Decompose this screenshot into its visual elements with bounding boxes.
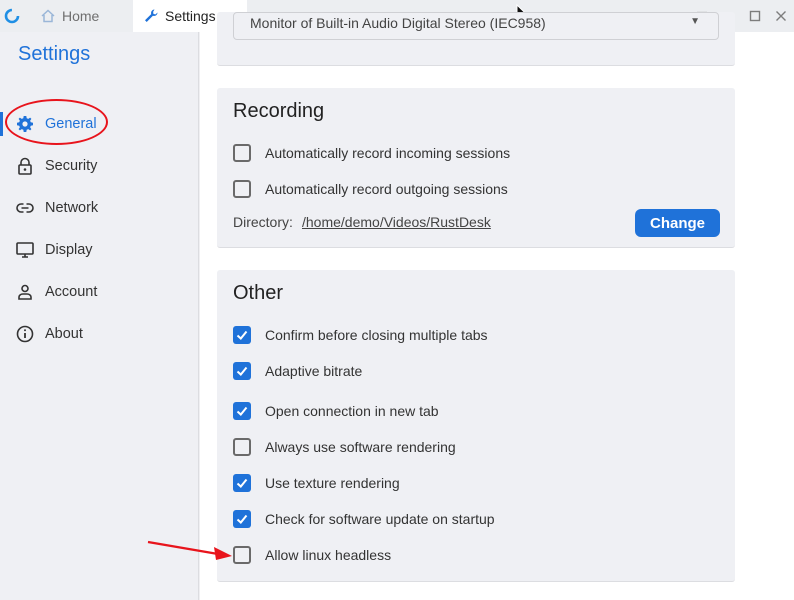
checkmark-icon — [236, 478, 248, 488]
active-indicator — [0, 112, 3, 136]
linux-headless-option[interactable]: Allow linux headless — [233, 545, 391, 565]
sidebar-item-label: Display — [45, 242, 93, 258]
annotation-circle — [5, 99, 108, 145]
option-label: Confirm before closing multiple tabs — [265, 327, 488, 343]
checkmark-icon — [236, 330, 248, 340]
checkbox-checked[interactable] — [233, 326, 251, 344]
checkmark-icon — [236, 406, 248, 416]
audio-input-select[interactable]: Monitor of Built-in Audio Digital Stereo… — [233, 12, 719, 40]
record-incoming-option[interactable]: Automatically record incoming sessions — [233, 143, 510, 163]
other-title: Other — [233, 282, 284, 304]
wrench-icon — [145, 9, 158, 22]
checkbox-checked[interactable] — [233, 402, 251, 420]
checkbox-checked[interactable] — [233, 474, 251, 492]
close-icon[interactable] — [771, 6, 791, 26]
audio-card: Monitor of Built-in Audio Digital Stereo… — [217, 12, 735, 66]
chevron-down-icon: ▼ — [690, 16, 700, 27]
home-icon — [41, 9, 55, 23]
settings-content[interactable]: Monitor of Built-in Audio Digital Stereo… — [200, 12, 794, 600]
directory-label: Directory: — [233, 214, 293, 230]
tab-home-label: Home — [62, 8, 100, 24]
adaptive-bitrate-option[interactable]: Adaptive bitrate — [233, 361, 362, 381]
option-label: Check for software update on startup — [265, 511, 495, 527]
app-logo-icon — [4, 8, 20, 24]
software-rendering-option[interactable]: Always use software rendering — [233, 437, 456, 457]
option-label: Open connection in new tab — [265, 403, 439, 419]
lock-icon — [15, 156, 35, 176]
checkbox-checked[interactable] — [233, 362, 251, 380]
sidebar-item-network[interactable]: Network — [0, 190, 199, 226]
checkbox-checked[interactable] — [233, 510, 251, 528]
monitor-icon — [15, 240, 35, 260]
audio-input-value: Monitor of Built-in Audio Digital Stereo… — [250, 15, 546, 31]
confirm-close-tabs-option[interactable]: Confirm before closing multiple tabs — [233, 325, 488, 345]
info-icon — [15, 324, 35, 344]
tab-home[interactable]: Home — [32, 0, 132, 32]
option-label: Always use software rendering — [265, 439, 456, 455]
checkmark-icon — [236, 366, 248, 376]
update-check-option[interactable]: Check for software update on startup — [233, 509, 495, 529]
checkmark-icon — [236, 514, 248, 524]
sidebar-item-label: Network — [45, 200, 99, 216]
record-outgoing-option[interactable]: Automatically record outgoing sessions — [233, 179, 508, 199]
sidebar-item-display[interactable]: Display — [0, 232, 199, 268]
directory-path[interactable]: /home/demo/Videos/RustDesk — [302, 214, 491, 230]
person-icon — [15, 282, 35, 302]
option-label: Adaptive bitrate — [265, 363, 363, 379]
link-icon — [15, 198, 35, 218]
sidebar-item-label: Security — [45, 158, 98, 174]
option-label: Allow linux headless — [265, 547, 392, 563]
texture-rendering-option[interactable]: Use texture rendering — [233, 473, 400, 493]
sidebar-item-account[interactable]: Account — [0, 274, 199, 310]
sidebar-title: Settings — [18, 43, 91, 65]
checkbox[interactable] — [233, 438, 251, 456]
other-card: Other Confirm before closing multiple ta… — [217, 270, 735, 582]
option-label: Automatically record incoming sessions — [265, 145, 511, 161]
maximize-icon[interactable] — [745, 6, 765, 26]
open-in-new-tab-option[interactable]: Open connection in new tab — [233, 401, 439, 421]
checkbox[interactable] — [233, 144, 251, 162]
change-directory-button[interactable]: Change — [635, 209, 720, 237]
sidebar-item-label: About — [45, 326, 83, 342]
recording-title: Recording — [233, 100, 325, 122]
tab-settings-label: Settings — [165, 8, 216, 24]
checkbox[interactable] — [233, 180, 251, 198]
sidebar-item-about[interactable]: About — [0, 316, 199, 352]
sidebar-item-label: Account — [45, 284, 98, 300]
recording-card: Recording Automatically record incoming … — [217, 88, 735, 248]
sidebar-item-security[interactable]: Security — [0, 148, 199, 184]
option-label: Use texture rendering — [265, 475, 400, 491]
annotation-arrow-icon — [147, 540, 232, 560]
option-label: Automatically record outgoing sessions — [265, 181, 508, 197]
